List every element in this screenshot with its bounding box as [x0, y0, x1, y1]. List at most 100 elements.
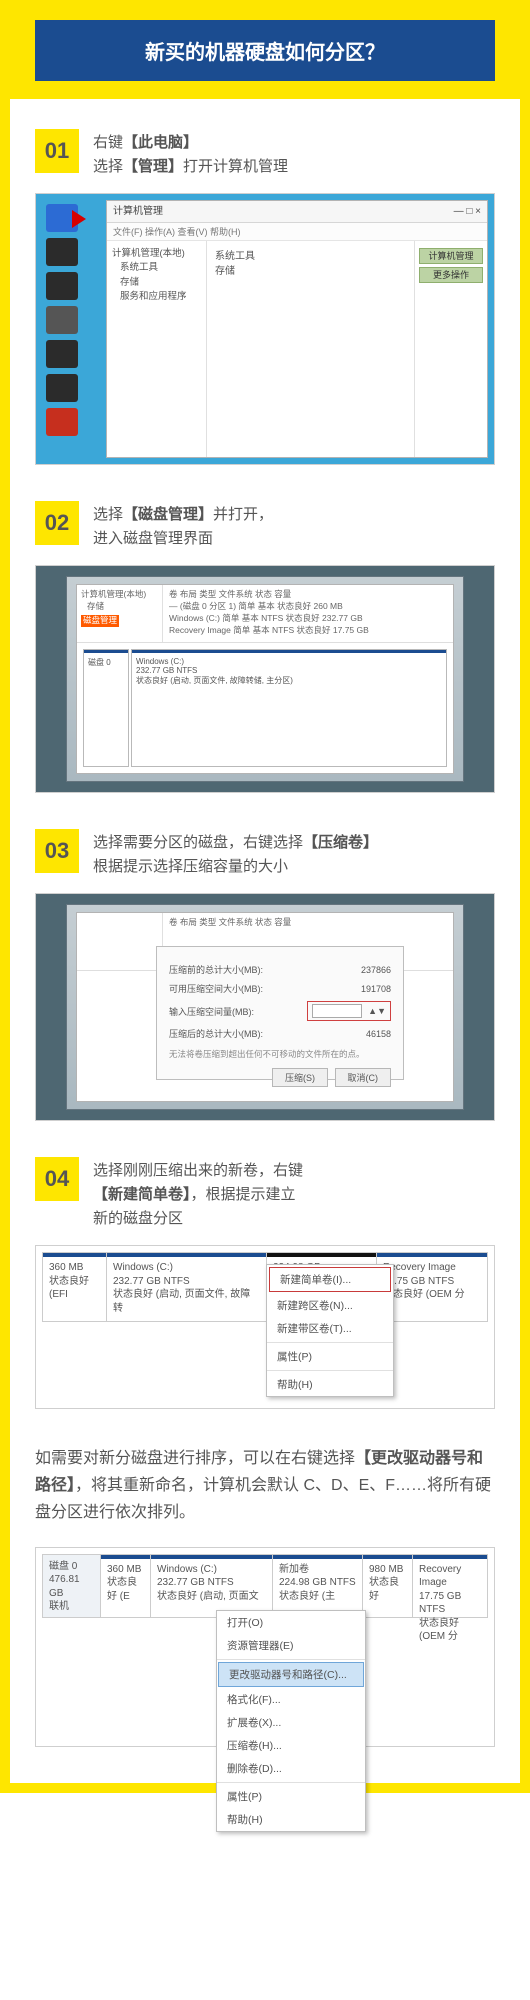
disk-management-window: 计算机管理(本地) 存储 磁盘管理 卷 布局 类型 文件系统 状态 容量 — (…: [76, 584, 454, 774]
shrink-input-highlight: ▲▼: [307, 1001, 391, 1021]
footer-paragraph: 如需要对新分磁盘进行排序，可以在右键选择【更改驱动器号和路径】，将其重新命名，计…: [35, 1445, 495, 1527]
t: 进入磁盘管理界面: [93, 530, 213, 547]
window-buttons: — □ ×: [454, 201, 481, 222]
desktop-icon: [46, 374, 78, 402]
t: 【压缩卷】: [303, 834, 378, 851]
volume: Windows (C:) 232.77 GB NTFS 状态良好 (启动, 页面…: [107, 1253, 267, 1321]
menu-item[interactable]: 属性(P): [217, 1785, 365, 1808]
t: 476.81 GB: [49, 1573, 94, 1600]
t: 并打开，: [213, 506, 273, 523]
label: 输入压缩空间量(MB):: [169, 1005, 307, 1018]
tree-node-selected: 磁盘管理: [81, 615, 119, 627]
menu-item[interactable]: 压缩卷(H)...: [217, 1734, 365, 1757]
menu-item[interactable]: 新建带区卷(T)...: [267, 1317, 393, 1340]
menu-item[interactable]: 格式化(F)...: [217, 1688, 365, 1711]
actions-pane: 计算机管理 更多操作: [415, 241, 487, 457]
computer-management-window: 计算机管理 — □ × 文件(F) 操作(A) 查看(V) 帮助(H) 计算机管…: [106, 200, 488, 458]
header-strip: 新买的机器硬盘如何分区？: [10, 10, 520, 99]
label: 压缩前的总计大小(MB):: [169, 963, 311, 976]
t: 状态良好 (OEM 分: [383, 1288, 481, 1302]
step-text: 选择刚刚压缩出来的新卷，右键 【新建简单卷】，根据提示建立 新的磁盘分区: [93, 1157, 303, 1231]
t: 232.77 GB NTFS: [113, 1275, 260, 1289]
t: Recovery Image: [419, 1563, 481, 1590]
step-text: 右键【此电脑】 选择【管理】打开计算机管理: [93, 129, 288, 179]
t: Recovery Image: [383, 1261, 481, 1275]
arrow-marker-icon: [72, 210, 86, 228]
t: 17.75 GB NTFS: [419, 1590, 481, 1617]
step-4: 04 选择刚刚压缩出来的新卷，右键 【新建简单卷】，根据提示建立 新的磁盘分区: [35, 1157, 495, 1231]
screenshot-5: 磁盘 0 476.81 GB 联机 360 MB 状态良好 (E Windows…: [35, 1547, 495, 1747]
window-menu: 文件(F) 操作(A) 查看(V) 帮助(H): [107, 223, 487, 241]
desktop-icon: [46, 272, 78, 300]
t: 新的磁盘分区: [93, 1210, 183, 1227]
t: ，根据提示建立: [191, 1186, 296, 1203]
menu-item-new-simple-volume[interactable]: 新建简单卷(I)...: [269, 1267, 391, 1292]
t: 新加卷: [279, 1563, 356, 1577]
menu-item[interactable]: 帮助(H): [217, 1808, 365, 1831]
step-3: 03 选择需要分区的磁盘，右键选择【压缩卷】 根据提示选择压缩容量的大小: [35, 829, 495, 879]
menu-item[interactable]: 新建跨区卷(N)...: [267, 1294, 393, 1317]
step-number: 01: [35, 129, 79, 173]
t: 打开计算机管理: [183, 158, 288, 175]
menu-item[interactable]: 帮助(H): [267, 1373, 393, 1396]
list-row: Recovery Image 简单 基本 NTFS 状态良好 17.75 GB: [169, 625, 447, 637]
t: 状态良好 (E: [107, 1576, 144, 1603]
tree-node: 计算机管理(本地): [112, 247, 201, 261]
tree-pane: 计算机管理(本地) 系统工具 存储 服务和应用程序: [107, 241, 207, 457]
t: 360 MB: [107, 1563, 144, 1577]
list-row: Windows (C:) 简单 基本 NTFS 状态良好 232.77 GB: [169, 613, 447, 625]
list-pane: 系统工具 存储: [207, 241, 415, 457]
menu-item-change-drive-letter[interactable]: 更改驱动器号和路径(C)...: [218, 1662, 364, 1687]
step-number: 04: [35, 1157, 79, 1201]
menu-item[interactable]: 资源管理器(E): [217, 1634, 365, 1657]
t: 【管理】: [123, 158, 183, 175]
disk-header: 磁盘 0: [83, 649, 129, 767]
shrink-dialog: 压缩前的总计大小(MB):237866 可用压缩空间大小(MB):191708 …: [156, 946, 404, 1080]
list-header: 卷 布局 类型 文件系统 状态 容量: [169, 917, 447, 929]
t: 17.75 GB NTFS: [383, 1275, 481, 1289]
t: 状态良好 (启动, 页面文件, 故障转: [113, 1288, 260, 1315]
dialog-buttons: 压缩(S) 取消(C): [169, 1068, 391, 1087]
window-body: 计算机管理(本地) 系统工具 存储 服务和应用程序 系统工具 存储 计算机管理 …: [107, 241, 487, 457]
label: 可用压缩空间大小(MB):: [169, 982, 311, 995]
list-header: 卷 布局 类型 文件系统 状态 容量: [169, 589, 447, 601]
volume: 360 MB 状态良好 (EFI: [43, 1253, 107, 1321]
cancel-button[interactable]: 取消(C): [335, 1068, 392, 1087]
tree-node: 服务和应用程序: [120, 290, 201, 304]
step-2: 02 选择【磁盘管理】并打开， 进入磁盘管理界面: [35, 501, 495, 551]
t: 【此电脑】: [123, 134, 198, 151]
volume-row: 360 MB 状态良好 (EFI Windows (C:) 232.77 GB …: [42, 1252, 488, 1322]
t: 联机: [49, 1600, 94, 1614]
window-titlebar: 计算机管理 — □ ×: [107, 201, 487, 223]
context-menu: 打开(O) 资源管理器(E) 更改驱动器号和路径(C)... 格式化(F)...…: [216, 1610, 366, 1832]
screenshot-2: 计算机管理(本地) 存储 磁盘管理 卷 布局 类型 文件系统 状态 容量 — (…: [35, 565, 495, 793]
disk-header: 磁盘 0 476.81 GB 联机: [43, 1555, 101, 1617]
t: 选择: [93, 506, 123, 523]
menu-item[interactable]: 删除卷(D)...: [217, 1757, 365, 1780]
dm-top: 计算机管理(本地) 存储 磁盘管理 卷 布局 类型 文件系统 状态 容量 — (…: [77, 585, 453, 643]
t: ，将其重新命名，计算机会默认 C、D、E、F……将所有硬盘分区进行依次排列。: [35, 1477, 491, 1521]
step-number: 02: [35, 501, 79, 545]
volume: Recovery Image 17.75 GB NTFS 状态良好 (OEM 分: [413, 1555, 487, 1617]
t: Windows (C:): [136, 657, 442, 666]
tree-node: 存储: [87, 601, 158, 613]
shrink-button[interactable]: 压缩(S): [272, 1068, 328, 1087]
volume: 新加卷 224.98 GB NTFS 状态良好 (主: [273, 1555, 363, 1617]
menu-item[interactable]: 打开(O): [217, 1611, 365, 1634]
page-title: 新买的机器硬盘如何分区？: [35, 20, 495, 81]
tree-pane: 计算机管理(本地) 存储 磁盘管理: [77, 585, 163, 642]
volume-list: 卷 布局 类型 文件系统 状态 容量 — (磁盘 0 分区 1) 简单 基本 状…: [163, 585, 453, 642]
shrink-input[interactable]: [312, 1004, 362, 1018]
t: 状态良好 (启动, 页面文件, 故障转储, 主分区): [136, 675, 442, 686]
menu-item[interactable]: 扩展卷(X)...: [217, 1711, 365, 1734]
t: 360 MB: [49, 1261, 100, 1275]
t: 【磁盘管理】: [123, 506, 213, 523]
value: 237866: [311, 965, 391, 975]
label: 压缩后的总计大小(MB):: [169, 1027, 311, 1040]
t: 980 MB: [369, 1563, 406, 1577]
t: Windows (C:): [157, 1563, 266, 1577]
t: 【新建简单卷】: [93, 1186, 191, 1203]
t: 选择需要分区的磁盘，右键选择: [93, 834, 303, 851]
spinner-icon[interactable]: ▲▼: [368, 1006, 386, 1016]
menu-item[interactable]: 属性(P): [267, 1345, 393, 1368]
